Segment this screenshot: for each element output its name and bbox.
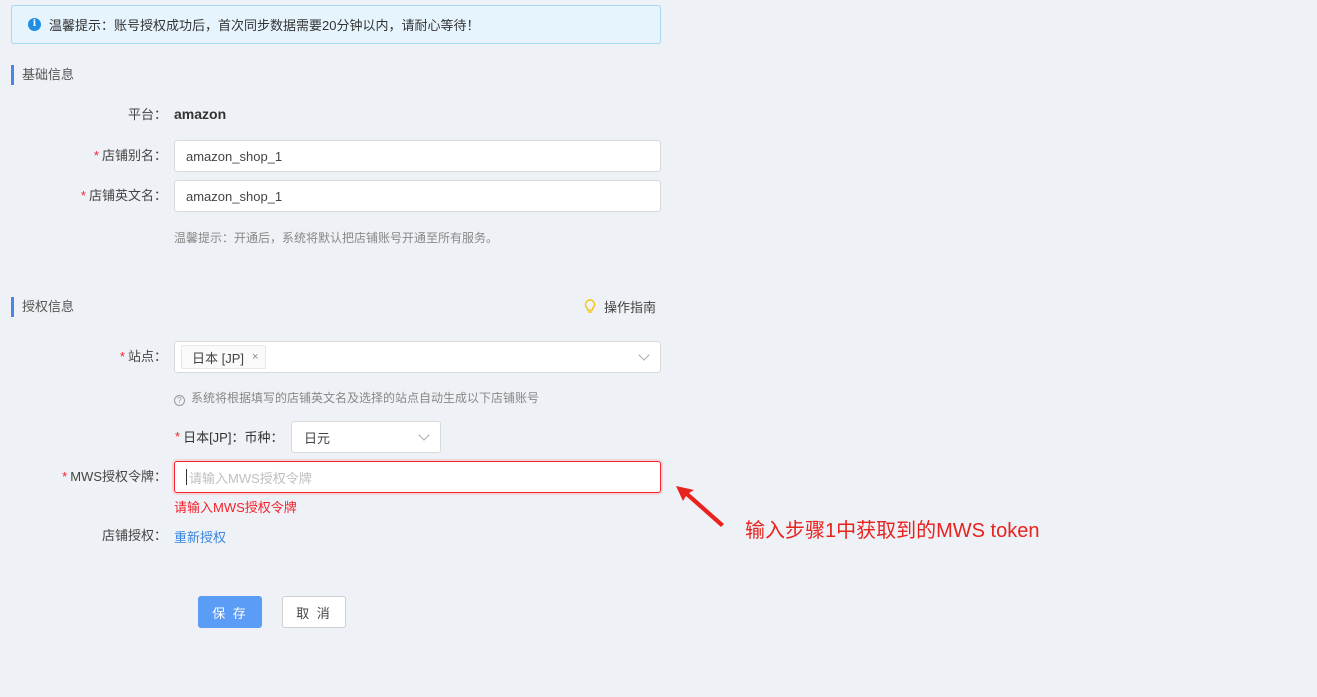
en-name-input[interactable]: amazon_shop_1 [174, 180, 661, 212]
question-circle-icon: ? [174, 395, 185, 406]
mws-label: * MWS授权令牌： [62, 469, 167, 484]
tag-close-icon[interactable]: × [252, 351, 258, 363]
site-tag-label: 日本 [JP] [192, 350, 245, 366]
en-name-label: * 店铺英文名： [80, 188, 167, 203]
alias-input-value: amazon_shop_1 [186, 148, 283, 164]
annotation-arrow-icon [676, 486, 724, 527]
lightbulb-icon [584, 299, 596, 313]
site-hint-text: 系统将根据填写的店铺英文名及选择的站点自动生成以下店铺账号 [191, 391, 540, 405]
currency-label-text: 日本[JP]：币种： [183, 430, 284, 445]
section-title-basic: 基础信息 [11, 65, 74, 85]
en-name-input-value: amazon_shop_1 [186, 188, 283, 204]
site-tag: 日本 [JP] × [181, 345, 267, 369]
currency-select[interactable]: 日元 [291, 421, 441, 453]
section-title-auth: 授权信息 [11, 297, 74, 317]
reauth-link[interactable]: 重新授权 [174, 527, 226, 546]
info-icon: i [28, 18, 41, 31]
currency-label: * 日本[JP]：币种： [175, 429, 284, 445]
guide-label: 操作指南 [604, 300, 657, 315]
mws-token-input[interactable]: 请输入MWS授权令牌 [174, 461, 661, 493]
cancel-button[interactable]: 取 消 [282, 596, 346, 628]
chevron-down-icon [418, 429, 430, 441]
site-hint: ? 系统将根据填写的店铺英文名及选择的站点自动生成以下店铺账号 [174, 389, 539, 406]
annotation-text: 输入步骤1中获取到的MWS token [745, 520, 1040, 542]
platform-label: 平台： [127, 107, 167, 122]
info-alert: i 温馨提示：账号授权成功后，首次同步数据需要20分钟以内，请耐心等待！ [11, 5, 661, 44]
mws-placeholder: 请输入MWS授权令牌 [189, 470, 312, 486]
site-select[interactable]: 日本 [JP] × [174, 341, 661, 373]
save-button[interactable]: 保 存 [198, 596, 262, 628]
platform-value: amazon [174, 106, 227, 122]
mws-error-message: 请输入MWS授权令牌 [174, 500, 297, 515]
currency-value: 日元 [304, 430, 331, 446]
chevron-down-icon [638, 349, 650, 361]
shop-auth-label: 店铺授权： [101, 528, 167, 543]
alias-label: * 店铺别名： [93, 148, 167, 163]
site-label: * 站点： [119, 349, 167, 364]
guide-link[interactable]: 操作指南 [584, 297, 656, 316]
basic-hint: 温馨提示：开通后，系统将默认把店铺账号开通至所有服务。 [174, 231, 499, 245]
alert-text: 温馨提示：账号授权成功后，首次同步数据需要20分钟以内，请耐心等待！ [49, 18, 480, 33]
text-caret [186, 469, 187, 485]
alias-input[interactable]: amazon_shop_1 [174, 140, 661, 172]
